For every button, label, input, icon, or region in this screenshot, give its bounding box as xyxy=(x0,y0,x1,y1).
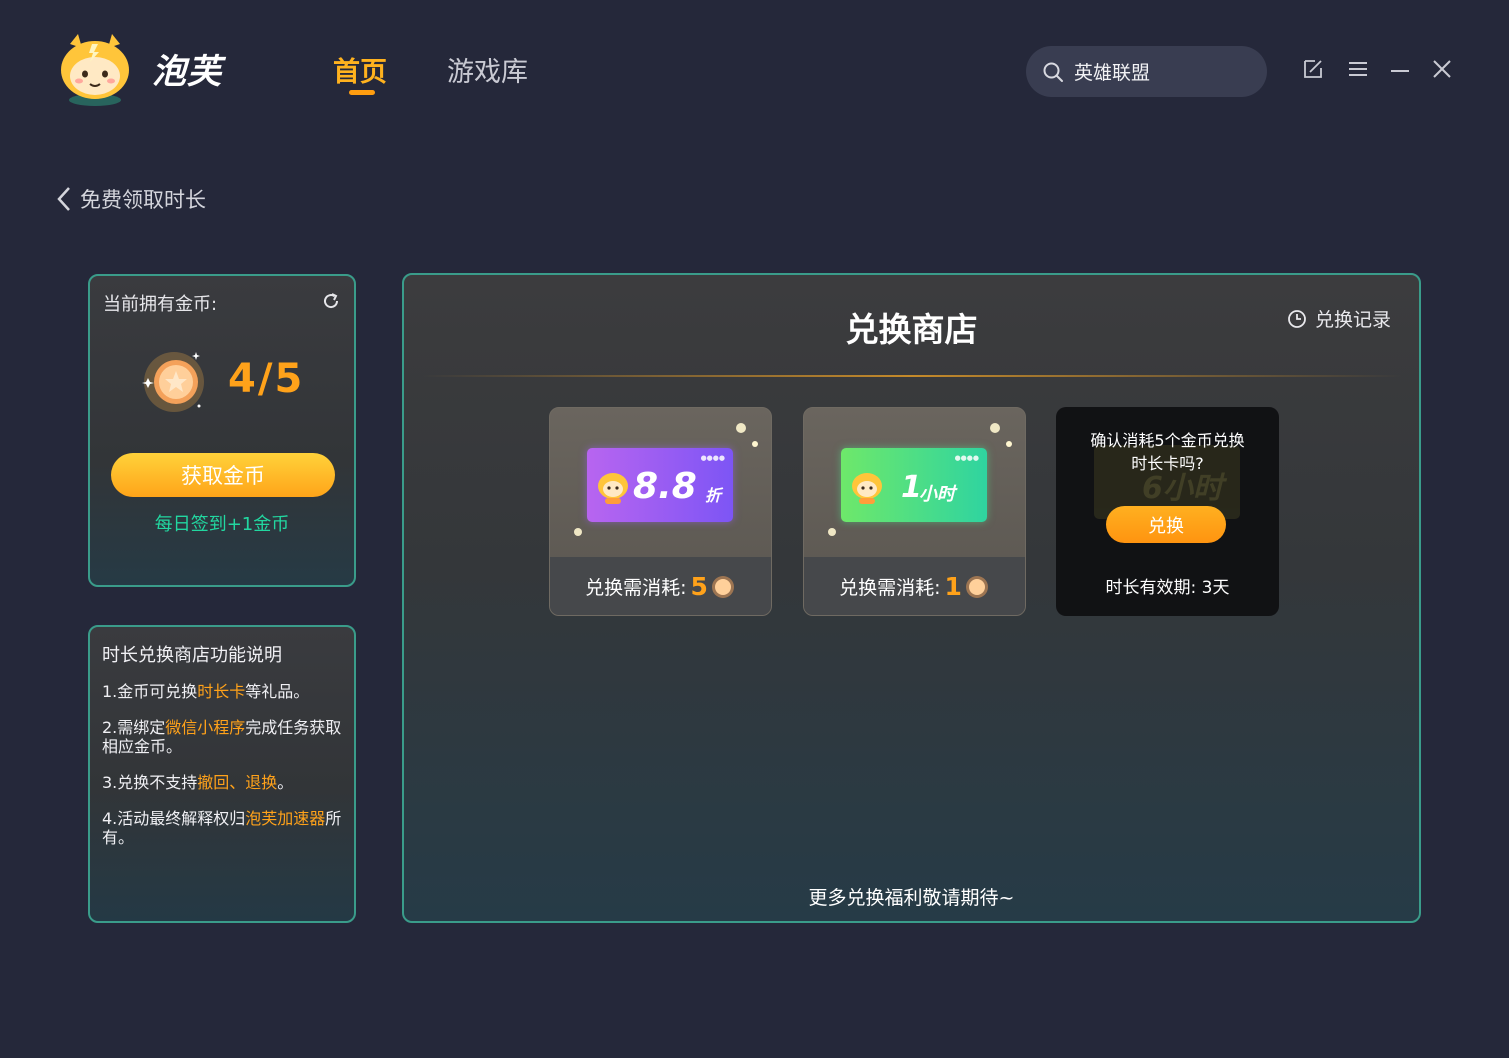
coin-label: 当前拥有金币: xyxy=(103,294,218,315)
nav-home[interactable]: 首页 xyxy=(333,50,387,95)
coin-count: 4/5 xyxy=(228,356,305,402)
refresh-button[interactable] xyxy=(322,292,340,314)
mascot-icon xyxy=(598,473,628,504)
confirm-question: 确认消耗5个金币兑换 时长卡吗? xyxy=(1090,431,1245,473)
mascot-icon xyxy=(852,473,882,504)
ticket-brand-badge: ●●●● xyxy=(954,454,979,462)
card-cost: 兑换需消耗: 1 xyxy=(804,572,1025,601)
feedback-icon xyxy=(1304,60,1322,78)
instruction-item: 2.需绑定微信小程序完成任务获取相应金币。 xyxy=(102,718,342,756)
feedback-button[interactable] xyxy=(1299,55,1327,83)
chevron-left-icon xyxy=(57,187,70,211)
sparkle-icon xyxy=(574,528,582,536)
search-icon xyxy=(1043,62,1063,82)
divider xyxy=(422,375,1402,377)
sparkle-icon xyxy=(990,423,1012,447)
menu-button[interactable] xyxy=(1344,55,1372,83)
search-box[interactable] xyxy=(1026,46,1267,97)
brand-name: 泡芙 xyxy=(152,52,222,92)
instructions-title: 时长兑换商店功能说明 xyxy=(102,645,282,666)
validity-text: 时长有效期: 3天 xyxy=(1105,578,1230,598)
discount-ticket: ●●●● 8.8 折 xyxy=(587,448,733,522)
minimize-icon xyxy=(1391,70,1409,72)
exchange-store-panel: 兑换商店 兑换记录 ●●●● 8.8 折 兑换需消耗: 5 ●●●● 1 小时 … xyxy=(402,273,1421,923)
minimize-button[interactable] xyxy=(1386,55,1414,83)
history-label: 兑换记录 xyxy=(1314,309,1391,331)
store-card-confirm: 6小时 确认消耗5个金币兑换 时长卡吗? 兑换 时长有效期: 3天 xyxy=(1056,407,1279,616)
get-coins-button[interactable]: 获取金币 xyxy=(111,453,335,497)
coin-icon xyxy=(136,344,212,420)
daily-signin-hint: 每日签到+1金币 xyxy=(154,514,290,535)
store-card-one-hour[interactable]: ●●●● 1 小时 兑换需消耗: 1 xyxy=(803,407,1026,616)
page-title: 免费领取时长 xyxy=(80,188,206,212)
coin-icon xyxy=(965,575,988,598)
app-logo xyxy=(56,30,134,110)
ticket-unit: 小时 xyxy=(919,484,955,505)
ticket-value: 8.8 xyxy=(633,466,697,507)
cost-label: 兑换需消耗: xyxy=(585,577,687,599)
ticket-brand-badge: ●●●● xyxy=(700,454,725,462)
nav-game-library[interactable]: 游戏库 xyxy=(447,50,528,89)
search-input[interactable] xyxy=(1072,59,1246,84)
top-nav: 首页 游戏库 xyxy=(333,50,528,95)
close-button[interactable] xyxy=(1428,55,1456,83)
coming-soon-text: 更多兑换福利敬请期待~ xyxy=(808,887,1015,909)
clock-icon xyxy=(1288,309,1306,328)
coin-panel: 当前拥有金币: 4/5 获取金币 每日签到+1金币 xyxy=(88,274,356,587)
ticket-unit: 折 xyxy=(705,486,722,505)
cost-value: 1 xyxy=(944,572,962,601)
instructions-panel: 时长兑换商店功能说明 1.金币可兑换时长卡等礼品。 2.需绑定微信小程序完成任务… xyxy=(88,625,356,923)
close-icon xyxy=(1433,60,1451,78)
confirm-exchange-button[interactable]: 兑换 xyxy=(1106,506,1226,543)
store-title: 兑换商店 xyxy=(845,310,978,349)
exchange-history-link[interactable]: 兑换记录 xyxy=(1287,305,1391,332)
hour-ticket: ●●●● 1 小时 xyxy=(841,448,987,522)
sparkle-icon xyxy=(828,528,836,536)
coin-icon xyxy=(711,575,734,598)
menu-icon xyxy=(1349,62,1367,76)
card-cost: 兑换需消耗: 5 xyxy=(550,572,771,601)
instruction-item: 3.兑换不支持撤回、退换。 xyxy=(102,773,294,792)
cost-label: 兑换需消耗: xyxy=(839,577,941,599)
back-breadcrumb[interactable]: 免费领取时长 xyxy=(56,184,206,214)
cost-value: 5 xyxy=(690,572,708,601)
instruction-item: 4.活动最终解释权归泡芙加速器所有。 xyxy=(102,809,342,847)
refresh-icon xyxy=(324,293,339,309)
store-card-discount[interactable]: ●●●● 8.8 折 兑换需消耗: 5 xyxy=(549,407,772,616)
sparkle-icon xyxy=(736,423,758,447)
instruction-item: 1.金币可兑换时长卡等礼品。 xyxy=(102,682,310,701)
